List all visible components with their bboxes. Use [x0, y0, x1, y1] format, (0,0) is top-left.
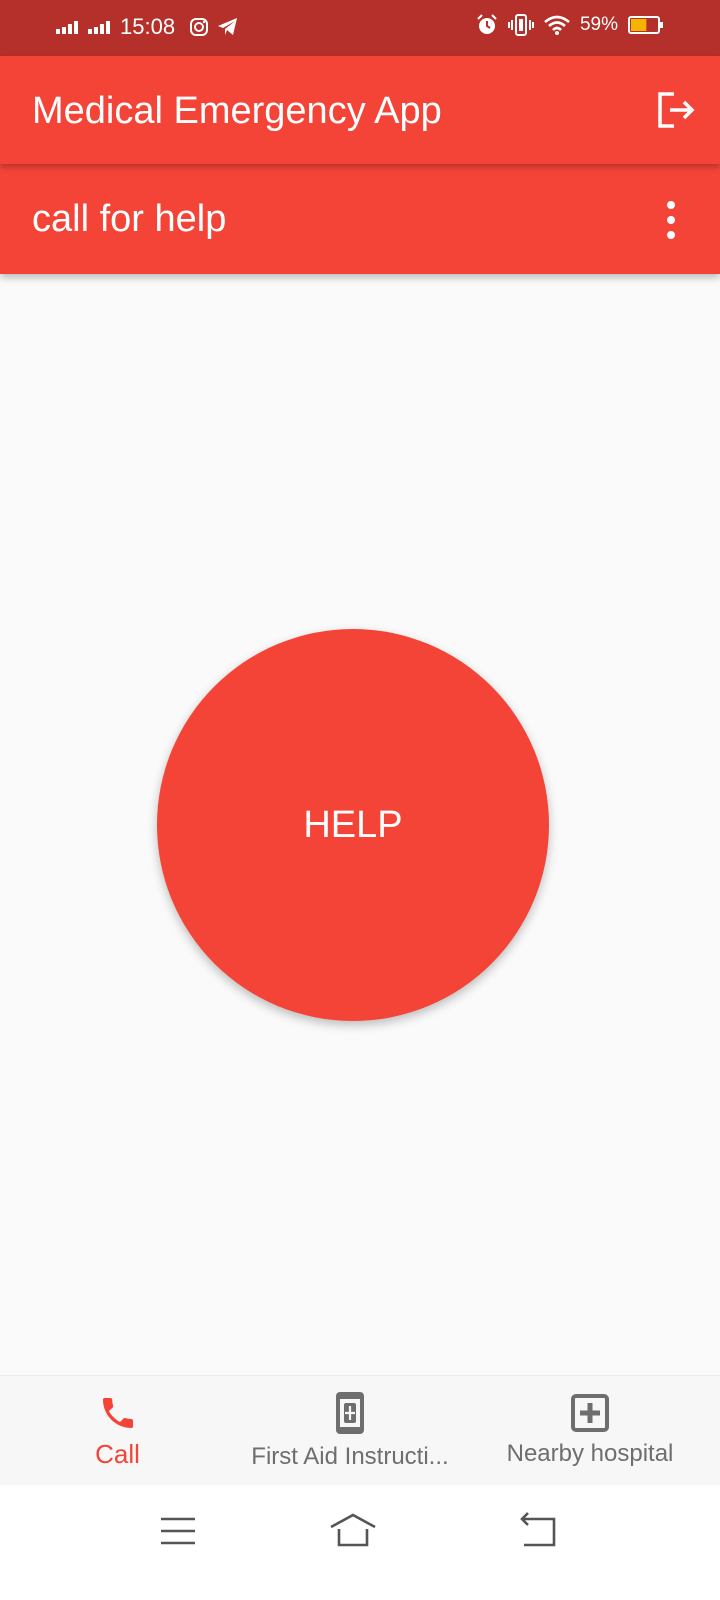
nav-item-call[interactable]: Call	[40, 1376, 195, 1486]
menu-icon[interactable]	[148, 1511, 208, 1551]
help-button[interactable]: HELP	[157, 629, 549, 1021]
alarm-icon	[477, 14, 497, 34]
more-vert-icon[interactable]	[658, 200, 684, 240]
help-button-label: HELP	[303, 803, 403, 846]
nav-label-first-aid: First Aid Instructi...	[251, 1443, 449, 1470]
home-icon[interactable]	[323, 1511, 383, 1551]
status-bar: 15:08 59%	[0, 0, 720, 56]
nav-label-call: Call	[95, 1438, 140, 1469]
bottom-navigation: Call First Aid Instructi... Nearby hospi…	[0, 1375, 720, 1486]
signal-icon	[56, 21, 78, 34]
app-title: Medical Emergency App	[32, 90, 442, 132]
page-title: call for help	[32, 198, 227, 240]
back-icon[interactable]	[508, 1511, 568, 1551]
sub-app-bar: call for help	[0, 164, 720, 274]
telegram-icon	[218, 18, 238, 35]
logout-icon[interactable]	[654, 88, 698, 132]
status-bar-left: 15:08	[56, 14, 239, 40]
nav-item-first-aid[interactable]: First Aid Instructi...	[230, 1376, 470, 1486]
phone-icon	[102, 1397, 133, 1428]
signal-icon	[88, 21, 110, 34]
status-bar-right: 59%	[476, 14, 664, 36]
wifi-icon	[544, 15, 570, 35]
nav-item-nearby-hospital[interactable]: Nearby hospital	[490, 1376, 690, 1486]
hospital-icon	[571, 1394, 609, 1432]
battery-percent: 59%	[579, 14, 618, 35]
instagram-icon	[190, 18, 209, 36]
status-time: 15:08	[120, 14, 176, 39]
battery-icon	[628, 16, 663, 34]
first-aid-phone-icon	[336, 1392, 364, 1434]
nav-label-nearby-hospital: Nearby hospital	[506, 1440, 674, 1467]
app-bar: Medical Emergency App	[0, 56, 720, 164]
vibrate-icon	[507, 14, 534, 36]
system-navigation-bar	[0, 1485, 720, 1600]
